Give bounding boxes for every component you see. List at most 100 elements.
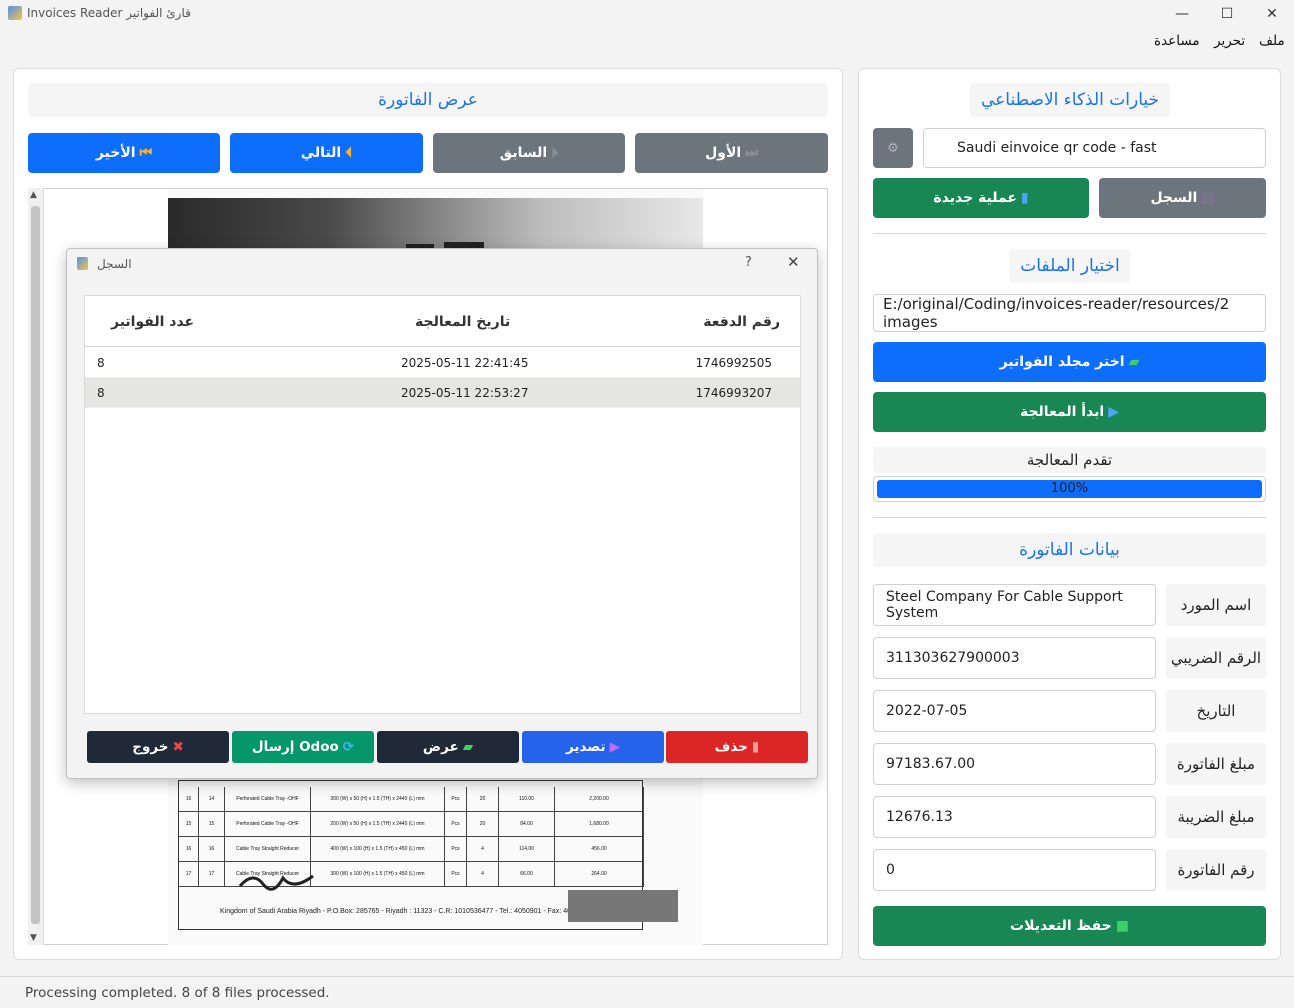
table-row[interactable]: 1746992505 2025-05-11 22:41:45 8 bbox=[85, 348, 800, 378]
close-button[interactable]: ✕ bbox=[1250, 0, 1294, 28]
step-back-icon: ⏵ bbox=[551, 145, 559, 161]
send-odoo-button[interactable]: إرسال Odoo ⟳ bbox=[232, 731, 374, 763]
minimize-button[interactable]: — bbox=[1160, 0, 1204, 28]
history-table: رقم الدفعة تاريخ المعالجة عدد الفواتير 1… bbox=[84, 295, 801, 714]
delete-label: حذف bbox=[714, 739, 748, 755]
new-file-icon: ▮ bbox=[1020, 190, 1029, 206]
export-button[interactable]: تصدير ▶ bbox=[522, 731, 664, 763]
invoice-item-cell: 264.00 bbox=[555, 862, 644, 887]
history-label: السجل bbox=[1150, 190, 1198, 206]
previous-label: السابق bbox=[499, 145, 548, 161]
play-icon: ▶ bbox=[1108, 404, 1120, 420]
close-x-icon: ✖ bbox=[172, 739, 184, 755]
invoice-item-cell: 16 bbox=[179, 837, 199, 862]
scroll-up-arrow[interactable]: ▲ bbox=[30, 190, 37, 200]
first-button[interactable]: الأول ⏭ bbox=[635, 133, 828, 173]
column-processing-date[interactable]: تاريخ المعالجة bbox=[415, 314, 510, 330]
table-row[interactable]: 1746993207 2025-05-11 22:53:27 8 bbox=[85, 378, 800, 408]
files-heading: اختيار الملفات bbox=[1010, 249, 1130, 283]
invoice-field-input[interactable]: 97183.67.00 bbox=[873, 743, 1156, 785]
exit-button[interactable]: خروج ✖ bbox=[87, 731, 229, 763]
save-changes-button[interactable]: حفظ التعديلات ■ bbox=[873, 906, 1266, 946]
export-icon: ▶ bbox=[609, 739, 621, 755]
start-processing-label: ابدأ المعالجة bbox=[1019, 404, 1105, 420]
invoice-item-cell: 16 bbox=[199, 837, 225, 862]
menu-file[interactable]: ملف bbox=[1259, 33, 1285, 49]
step-icon: ⏴ bbox=[345, 145, 353, 161]
last-button[interactable]: الأخير ⏮ bbox=[28, 133, 220, 173]
title-bar: Invoices Reader قارئ الفواتير — ☐ ✕ bbox=[0, 0, 1294, 28]
batch-number-cell: 1746993207 bbox=[695, 386, 772, 400]
scroll-down-arrow[interactable]: ▼ bbox=[30, 933, 37, 943]
invoice-item-cell: Perforated Cable Tray -OHF bbox=[225, 787, 311, 812]
invoice-item-cell: 15 bbox=[179, 812, 199, 837]
progress-label: تقدم المعالجة bbox=[873, 447, 1266, 473]
new-operation-button[interactable]: عملية جديدة ▮ bbox=[873, 178, 1089, 218]
invoice-item-cell: 14 bbox=[199, 787, 225, 812]
next-button[interactable]: التالي ⏴ bbox=[230, 133, 423, 173]
processing-date-cell: 2025-05-11 22:53:27 bbox=[401, 386, 529, 400]
menu-edit[interactable]: تحرير bbox=[1214, 33, 1245, 49]
invoice-item-row: 16 16 Cable Tray Straight Reducer 400 (W) x… bbox=[179, 837, 644, 862]
dialog-title: السجل bbox=[97, 257, 132, 271]
invoice-item-cell: 4 bbox=[467, 862, 499, 887]
divider bbox=[873, 517, 1266, 518]
next-label: التالي bbox=[300, 145, 342, 161]
last-label: الأخير bbox=[95, 145, 136, 161]
invoice-field-input[interactable]: 12676.13 bbox=[873, 796, 1156, 838]
skip-start-icon: ⏭ bbox=[745, 145, 758, 161]
maximize-button[interactable]: ☐ bbox=[1205, 0, 1249, 28]
invoice-data-heading: بيانات الفاتورة bbox=[873, 533, 1266, 567]
invoice-item-cell: Pcs bbox=[445, 862, 467, 887]
dialog-close-button[interactable]: ✕ bbox=[787, 253, 800, 271]
view-label: عرض bbox=[422, 739, 459, 755]
invoice-item-row: 15 15 Perforated Cable Tray -OHF 200 (W) x … bbox=[179, 812, 644, 837]
invoice-field-input[interactable]: 0 bbox=[873, 849, 1156, 891]
menu-help[interactable]: مساعدة bbox=[1154, 33, 1200, 49]
invoice-item-cell: 15 bbox=[199, 812, 225, 837]
invoice-item-cell: Pcs bbox=[445, 837, 467, 862]
choose-folder-button[interactable]: اختر مجلد الفواتير ▰ bbox=[873, 342, 1266, 382]
invoice-item-cell: 300 (W) x 50 (H) x 1.5 (TH) x 2440 (L) m… bbox=[311, 787, 445, 812]
scroll-thumb[interactable] bbox=[31, 206, 40, 924]
table-header: رقم الدفعة تاريخ المعالجة عدد الفواتير bbox=[85, 296, 800, 347]
history-button[interactable]: السجل ▤ bbox=[1099, 178, 1266, 218]
invoice-count-cell: 8 bbox=[97, 356, 105, 370]
invoice-count-cell: 8 bbox=[97, 386, 105, 400]
divider bbox=[873, 233, 1266, 234]
vertical-scrollbar[interactable]: ▲ ▼ bbox=[28, 188, 44, 945]
invoice-item-cell: 110.00 bbox=[499, 787, 555, 812]
column-invoice-count[interactable]: عدد الفواتير bbox=[111, 314, 194, 330]
send-odoo-label: إرسال Odoo bbox=[251, 739, 339, 755]
invoice-item-cell: 2,200.00 bbox=[555, 787, 644, 812]
previous-button[interactable]: السابق ⏵ bbox=[433, 133, 625, 173]
invoice-field-label: مبلغ الفاتورة bbox=[1166, 743, 1266, 785]
batch-number-cell: 1746992505 bbox=[695, 356, 772, 370]
invoice-field-label: الرقم الضريبي bbox=[1166, 637, 1266, 679]
invoice-field-input[interactable]: 311303627900003 bbox=[873, 637, 1156, 679]
folder-path-input[interactable]: E:/original/Coding/invoices-reader/resou… bbox=[873, 294, 1266, 332]
invoice-field-input[interactable]: Steel Company For Cable Support System bbox=[873, 584, 1156, 626]
save-icon: ■ bbox=[1115, 918, 1129, 934]
column-batch-number[interactable]: رقم الدفعة bbox=[703, 314, 780, 330]
invoice-item-cell: 17 bbox=[199, 862, 225, 887]
invoice-item-cell: 4 bbox=[467, 837, 499, 862]
invoice-item-cell: 84.00 bbox=[499, 812, 555, 837]
help-button[interactable]: ? bbox=[745, 255, 752, 270]
start-processing-button[interactable]: ابدأ المعالجة ▶ bbox=[873, 392, 1266, 432]
folder-open-icon: ▰ bbox=[462, 739, 474, 755]
ai-settings-button[interactable]: ⚙ bbox=[873, 128, 913, 168]
processing-date-cell: 2025-05-11 22:41:45 bbox=[401, 356, 529, 370]
invoice-field-input[interactable]: 2022-07-05 bbox=[873, 690, 1156, 732]
progress-text: 100% bbox=[1050, 481, 1089, 496]
viewer-heading: عرض الفاتورة bbox=[28, 83, 828, 117]
invoice-field-label: التاريخ bbox=[1166, 690, 1266, 732]
new-operation-label: عملية جديدة bbox=[933, 190, 1017, 206]
invoice-footer-text: Kingdom of Saudi Arabia Riyadh - P.O.Box… bbox=[220, 908, 591, 915]
view-button[interactable]: عرض ▰ bbox=[377, 731, 519, 763]
delete-button[interactable]: حذف ▮ bbox=[666, 731, 808, 763]
settings-icon: ⚙ bbox=[887, 140, 899, 156]
ai-model-select[interactable]: Saudi einvoice qr code - fast bbox=[923, 128, 1266, 168]
choose-folder-label: اختر مجلد الفواتير bbox=[999, 354, 1125, 370]
invoice-item-cell: Pcs bbox=[445, 812, 467, 837]
